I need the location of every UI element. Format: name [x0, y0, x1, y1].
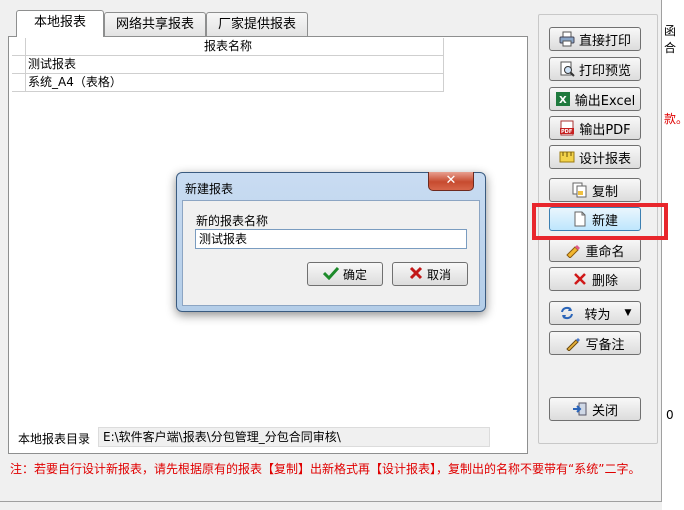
convert-button[interactable]: 转为 ▼: [549, 301, 641, 325]
rename-button[interactable]: 重命名: [549, 238, 641, 262]
export-excel-label: 输出Excel: [574, 93, 636, 109]
checkmark-icon: [322, 266, 340, 283]
grid-border: [443, 38, 444, 92]
directory-path: E:\软件客户端\报表\分包管理_分包合同审核\: [98, 427, 490, 447]
cancel-button[interactable]: 取消: [392, 262, 468, 286]
ruler-icon: [559, 149, 575, 165]
ok-label: 确定: [342, 267, 367, 282]
report-row[interactable]: 测试报表: [26, 56, 444, 74]
grid-row-header[interactable]: [12, 74, 26, 92]
highlight-box: [532, 203, 668, 240]
svg-text:PDF: PDF: [561, 129, 572, 135]
copy-button[interactable]: 复制: [549, 178, 641, 202]
direct-print-button[interactable]: 直接打印: [549, 27, 641, 51]
svg-text:X: X: [559, 95, 567, 106]
directory-label: 本地报表目录: [18, 432, 91, 446]
tab-vendor-reports[interactable]: 厂家提供报表: [206, 12, 308, 36]
report-name-input[interactable]: 测试报表: [195, 229, 467, 249]
rename-label: 重命名: [585, 244, 625, 260]
grid-corner: [12, 38, 26, 56]
print-preview-button[interactable]: 打印预览: [549, 57, 641, 81]
grid-column-header[interactable]: 报表名称: [12, 38, 444, 56]
pen-icon: [565, 335, 581, 352]
write-note-label: 写备注: [585, 337, 625, 353]
export-excel-button[interactable]: X 输出Excel: [549, 87, 641, 111]
close-icon: ✕: [445, 173, 457, 188]
cross-icon: [409, 266, 423, 283]
background-area: [662, 0, 684, 510]
write-note-button[interactable]: 写备注: [549, 331, 641, 355]
dialog-close-button[interactable]: ✕: [428, 172, 474, 191]
export-pdf-button[interactable]: PDF 输出PDF: [549, 116, 641, 140]
report-row[interactable]: 系统_A4（表格）: [26, 74, 444, 92]
background-text: 款。: [664, 112, 684, 126]
chevron-down-icon: ▼: [624, 308, 632, 318]
export-pdf-label: 输出PDF: [579, 122, 631, 138]
direct-print-label: 直接打印: [578, 33, 631, 49]
cancel-label: 取消: [426, 267, 451, 282]
report-name-label: 新的报表名称: [196, 214, 269, 228]
delete-icon: [572, 271, 588, 287]
dialog-title: 新建报表: [185, 182, 234, 196]
print-preview-label: 打印预览: [578, 63, 631, 79]
background-text: 函合: [664, 24, 677, 55]
tab-shared-reports[interactable]: 网络共享报表: [104, 12, 206, 36]
pdf-icon: PDF: [559, 120, 575, 136]
copy-icon: [572, 182, 588, 198]
ok-button[interactable]: 确定: [307, 262, 383, 286]
tab-local-reports[interactable]: 本地报表: [16, 10, 104, 37]
close-button[interactable]: 关闭: [549, 397, 641, 421]
convert-label: 转为: [584, 307, 611, 323]
excel-icon: X: [555, 91, 571, 107]
design-report-label: 设计报表: [578, 151, 631, 167]
grid-row-header[interactable]: [12, 56, 26, 74]
copy-label: 复制: [591, 184, 618, 200]
delete-button[interactable]: 删除: [549, 267, 641, 291]
exit-icon: [572, 401, 588, 417]
rename-icon: [565, 242, 581, 259]
preview-icon: [559, 61, 575, 77]
printer-icon: [559, 31, 575, 47]
background-text: 0: [666, 408, 674, 422]
design-report-button[interactable]: 设计报表: [549, 145, 641, 169]
delete-label: 删除: [591, 273, 618, 289]
close-label: 关闭: [591, 403, 618, 419]
convert-icon: [559, 305, 575, 321]
instruction-note: 注：若要自行设计新报表，请先根据原有的报表【复制】出新格式再【设计报表】，复制出…: [10, 462, 641, 476]
